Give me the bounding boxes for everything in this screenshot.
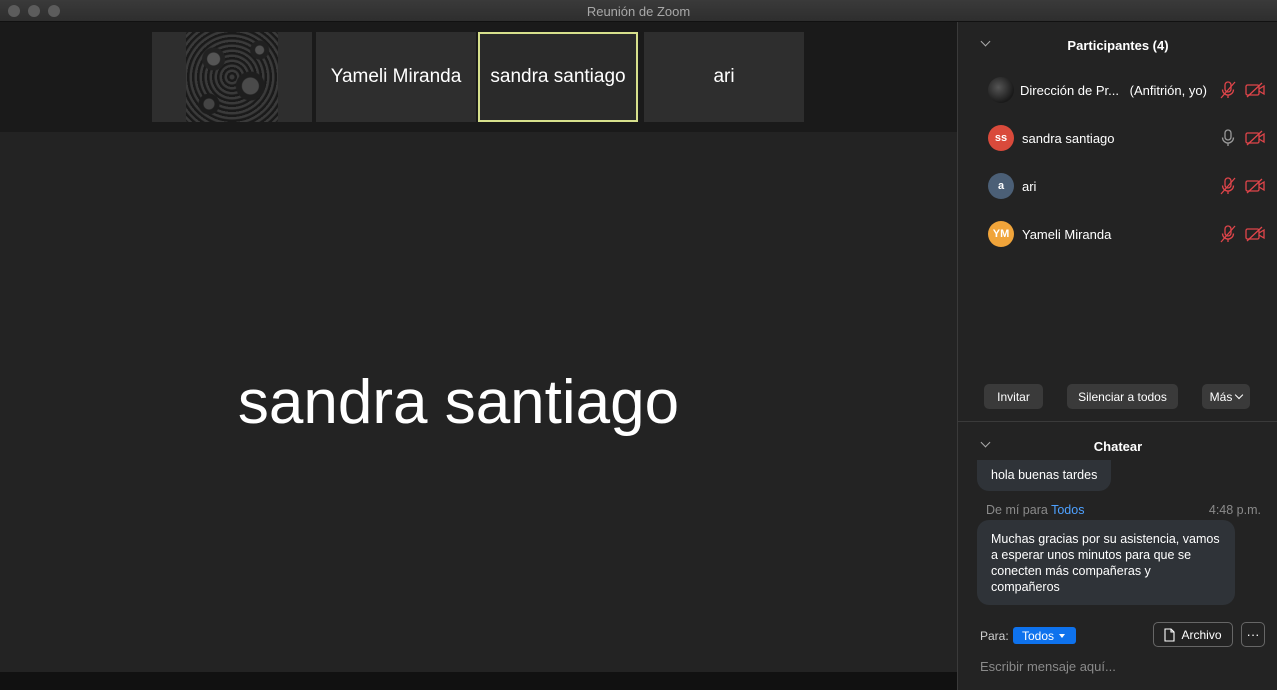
chat-title: Chatear <box>1093 438 1143 454</box>
thumbnail-sandra[interactable]: sandra santiago <box>478 32 638 122</box>
thumbnail-name: sandra santiago <box>490 66 626 87</box>
side-panel: Participantes (4) Dirección de Pr... (An… <box>957 22 1277 690</box>
mic-muted-icon[interactable] <box>1220 81 1236 99</box>
participants-list: Dirección de Pr... (Anfitrión, yo) ss sa… <box>958 66 1277 258</box>
participant-name: ari <box>1022 178 1037 194</box>
participants-header: Participantes (4) <box>958 32 1277 58</box>
thumbnail-ari[interactable]: ari <box>644 32 804 122</box>
chat-header: Chatear <box>958 433 1277 459</box>
participant-name: Yameli Miranda <box>1022 226 1112 242</box>
participant-name: Dirección de Pr... (Anfitrión, yo) <box>1020 82 1207 98</box>
file-button-label: Archivo <box>1181 627 1222 642</box>
active-speaker-view: sandra santiago <box>0 132 957 672</box>
participant-name: sandra santiago <box>1022 130 1115 146</box>
recipient-value: Todos <box>1022 628 1055 643</box>
bottom-bar <box>0 672 957 690</box>
avatar: a <box>988 173 1014 199</box>
avatar <box>988 77 1014 103</box>
video-area: Yameli Miranda sandra santiago ari sandr… <box>0 22 957 690</box>
participants-actions: Invitar Silenciar a todos Más <box>958 382 1277 422</box>
avatar: ss <box>988 125 1014 151</box>
more-button[interactable]: Más <box>1202 384 1250 409</box>
mic-muted-icon[interactable] <box>1220 225 1236 243</box>
chat-message: Muchas gracias por su asistencia, vamos … <box>977 520 1235 605</box>
participant-row[interactable]: Dirección de Pr... (Anfitrión, yo) <box>958 66 1277 114</box>
recipient-link[interactable]: Todos <box>1051 503 1084 517</box>
participants-title: Participantes (4) <box>1067 37 1169 53</box>
dropdown-arrow-icon <box>1059 633 1066 638</box>
video-off-icon[interactable] <box>1245 82 1265 98</box>
thumbnail-name: Yameli Miranda <box>330 66 462 87</box>
chat-message-time: 4:48 p.m. <box>1208 503 1261 517</box>
more-button-label: Más <box>1209 389 1233 404</box>
participant-row[interactable]: ss sandra santiago <box>958 114 1277 162</box>
invite-button[interactable]: Invitar <box>984 384 1043 409</box>
thumbnail-name: ari <box>713 66 735 87</box>
window-title: Reunión de Zoom <box>586 4 691 19</box>
file-button[interactable]: Archivo <box>1153 622 1233 647</box>
mute-all-button[interactable]: Silenciar a todos <box>1067 384 1178 409</box>
chat-message-input[interactable] <box>980 656 1260 676</box>
active-speaker-name: sandra santiago <box>237 367 680 437</box>
participant-tag: (Anfitrión, yo) <box>1129 82 1207 98</box>
video-off-icon[interactable] <box>1245 226 1265 242</box>
chat-more-button[interactable]: ··· <box>1241 622 1265 647</box>
thumbnail-host[interactable] <box>152 32 312 122</box>
to-label: Para: <box>980 629 1009 643</box>
chat-message: hola buenas tardes <box>977 460 1112 491</box>
collapse-chat-icon[interactable] <box>980 437 991 448</box>
collapse-participants-icon[interactable] <box>980 36 991 47</box>
participant-row[interactable]: a ari <box>958 162 1277 210</box>
mic-icon[interactable] <box>1220 129 1236 147</box>
host-video-image <box>186 32 278 122</box>
avatar: YM <box>988 221 1014 247</box>
thumbnail-strip: Yameli Miranda sandra santiago ari <box>0 22 957 132</box>
thumbnail-yameli[interactable]: Yameli Miranda <box>316 32 476 122</box>
mic-muted-icon[interactable] <box>1220 177 1236 195</box>
chat-message-meta: De mí para Todos <box>986 503 1085 517</box>
title-bar: Reunión de Zoom <box>0 0 1277 22</box>
recipient-select[interactable]: Todos <box>1013 627 1076 644</box>
video-off-icon[interactable] <box>1245 130 1265 146</box>
chevron-down-icon <box>1235 390 1244 400</box>
participant-row[interactable]: YM Yameli Miranda <box>958 210 1277 258</box>
video-off-icon[interactable] <box>1245 178 1265 194</box>
file-icon <box>1164 627 1176 642</box>
